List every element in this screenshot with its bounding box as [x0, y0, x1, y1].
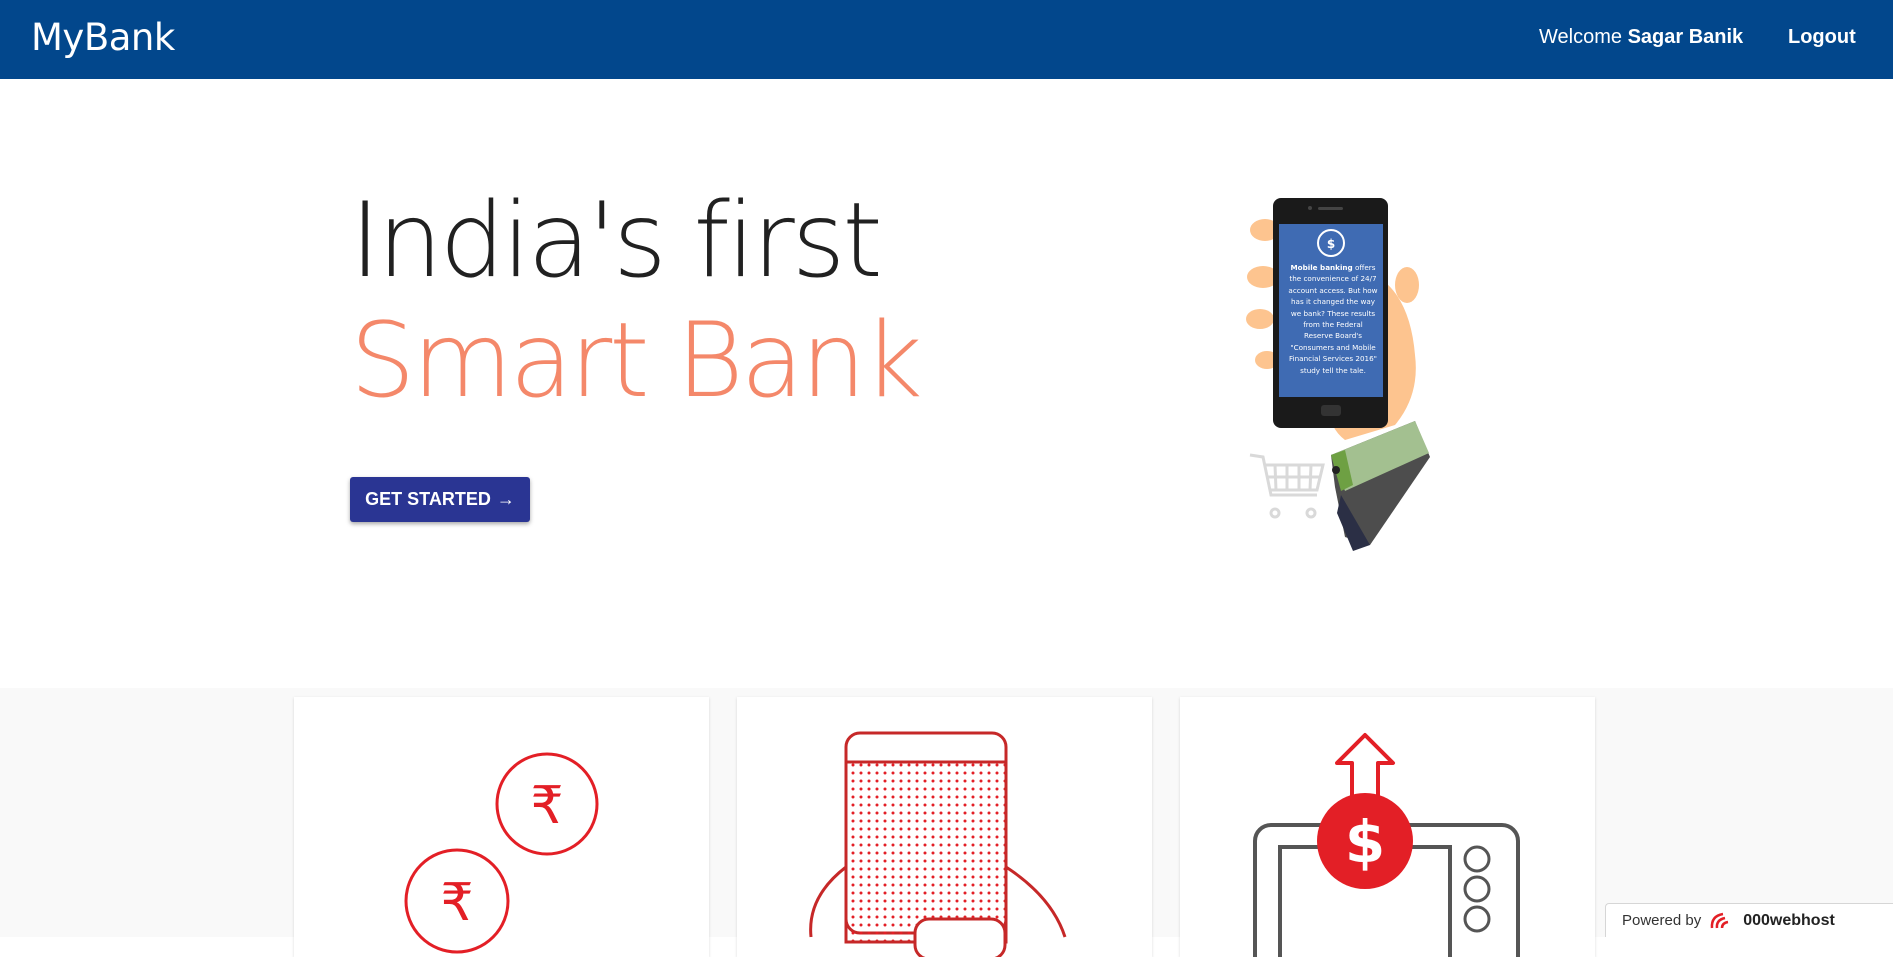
powered-prefix: Powered by — [1622, 912, 1702, 929]
hero-title-line1: India's first — [350, 181, 883, 301]
webhost-logo-icon — [1710, 912, 1729, 928]
welcome-message: Welcome Sagar Banik — [1539, 26, 1743, 49]
svg-text:$: $ — [1345, 808, 1385, 876]
shopping-cart-icon — [1249, 453, 1325, 519]
welcome-prefix: Welcome — [1539, 26, 1622, 48]
get-started-label: GET STARTED — [365, 489, 491, 509]
hero-title-line2: Smart Bank — [350, 301, 923, 421]
mobile-hand-icon — [809, 731, 1067, 957]
logout-link[interactable]: Logout — [1788, 26, 1856, 49]
svg-text:₹: ₹ — [440, 873, 473, 933]
phone-screen-bold: Mobile banking — [1290, 263, 1353, 272]
feature-card-2[interactable] — [737, 697, 1152, 957]
rupee-coins-icon: ₹ ₹ — [404, 752, 599, 954]
svg-text:₹: ₹ — [530, 776, 563, 836]
svg-text:$: $ — [1327, 237, 1335, 251]
arrow-right-icon: → — [496, 489, 515, 509]
get-started-button[interactable]: GET STARTED → — [350, 477, 530, 522]
feature-card-3[interactable]: $ — [1180, 697, 1595, 957]
powered-by-badge[interactable]: Powered by 000webhost — [1605, 903, 1893, 937]
phone-screen-body: offers the convenience of 24/7 account a… — [1288, 263, 1378, 375]
dollar-atm-icon: $ — [1253, 733, 1520, 957]
powered-brand: 000webhost — [1743, 911, 1835, 929]
phone-screen-text: Mobile banking offers the convenience of… — [1288, 262, 1378, 376]
brand-logo[interactable]: MyBank — [31, 16, 175, 59]
feature-card-1[interactable]: ₹ ₹ — [294, 697, 709, 957]
top-navbar: MyBank Welcome Sagar Banik Logout — [0, 0, 1893, 79]
user-name: Sagar Banik — [1627, 26, 1744, 48]
